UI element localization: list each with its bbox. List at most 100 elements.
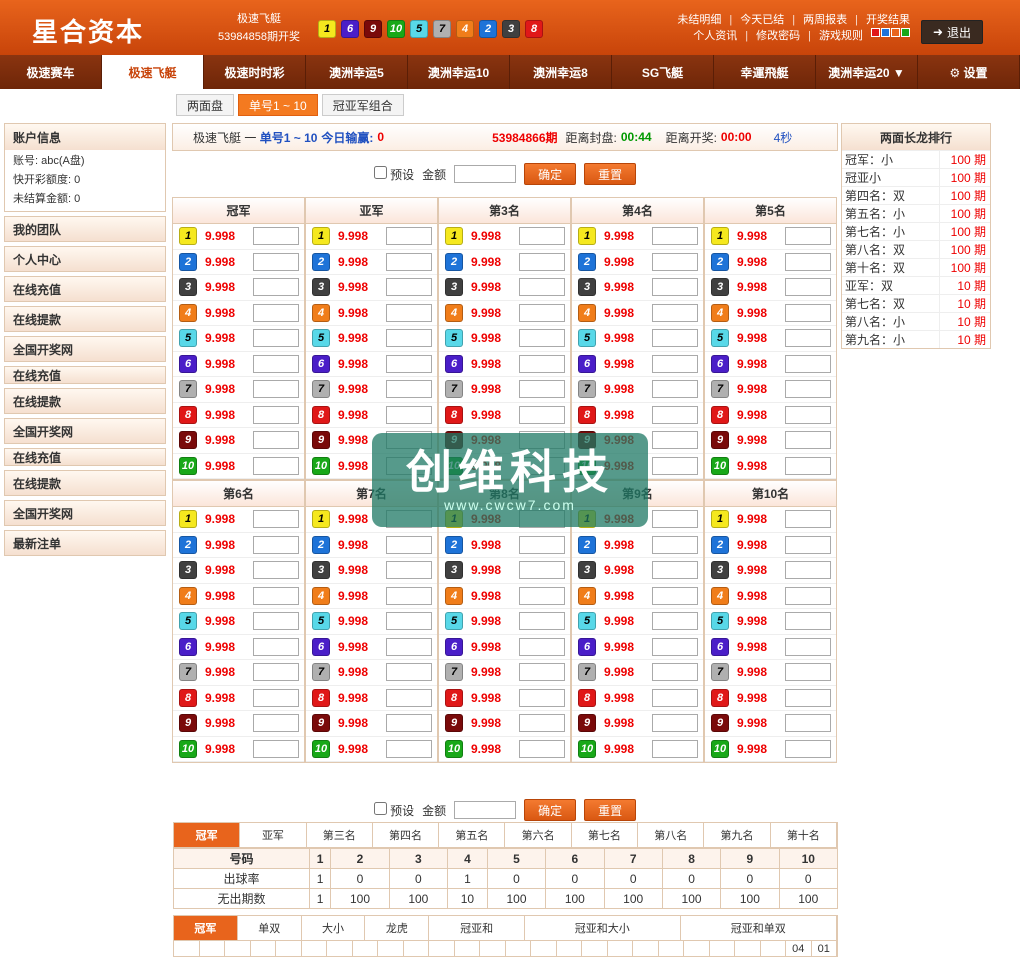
bet-input[interactable] (652, 688, 698, 707)
bet-input[interactable] (386, 380, 432, 399)
sidebar-item-11[interactable]: 最新注单 (4, 530, 166, 556)
sidebar-item-4[interactable]: 全国开奖网 (4, 336, 166, 362)
bet-input[interactable] (519, 739, 565, 758)
preset-checkbox-bottom[interactable] (373, 801, 387, 815)
stats-tab-8[interactable]: 第九名 (704, 823, 771, 847)
reset-button-bottom[interactable]: 重置 (584, 799, 637, 821)
bet-input[interactable] (519, 561, 565, 580)
bet-input[interactable] (652, 637, 698, 656)
bet-input[interactable] (785, 354, 831, 373)
stats-tab-4[interactable]: 第五名 (439, 823, 506, 847)
bet-input[interactable] (652, 510, 698, 529)
bet-input[interactable] (785, 714, 831, 733)
bet-input[interactable] (253, 714, 299, 733)
bet-input[interactable] (519, 227, 565, 246)
bet-input[interactable] (386, 637, 432, 656)
bet-input[interactable] (785, 561, 831, 580)
bet-input[interactable] (785, 586, 831, 605)
bet-input[interactable] (785, 739, 831, 758)
bet-input[interactable] (652, 354, 698, 373)
bet-input[interactable] (253, 227, 299, 246)
refresh-countdown[interactable]: 4秒 (774, 129, 793, 146)
sidebar-item-2[interactable]: 在线充值 (4, 276, 166, 302)
amount-input-bottom[interactable] (454, 801, 517, 819)
nav-tab-3[interactable]: 澳洲幸运5 (306, 55, 408, 89)
bet-input[interactable] (253, 456, 299, 475)
bet-input[interactable] (386, 354, 432, 373)
stats-tab-3[interactable]: 第四名 (373, 823, 440, 847)
bet-input[interactable] (519, 586, 565, 605)
trend-tab-3[interactable]: 龙虎 (365, 916, 430, 940)
trend-tab-4[interactable]: 冠亚和 (429, 916, 525, 940)
bet-input[interactable] (253, 329, 299, 348)
bet-input[interactable] (386, 227, 432, 246)
bet-input[interactable] (519, 714, 565, 733)
bet-input[interactable] (519, 637, 565, 656)
sidebar-item-8[interactable]: 在线充值 (4, 448, 166, 466)
subtab-0[interactable]: 两面盘 (176, 94, 235, 116)
nav-tab-6[interactable]: SG飞艇 (612, 55, 714, 89)
sidebar-item-10[interactable]: 全国开奖网 (4, 500, 166, 526)
nav-tab-7[interactable]: 幸運飛艇 (714, 55, 816, 89)
top-link-1[interactable]: 今天已结 (740, 12, 784, 28)
bet-input[interactable] (253, 688, 299, 707)
bet-input[interactable] (253, 586, 299, 605)
bet-input[interactable] (386, 278, 432, 297)
bet-input[interactable] (519, 354, 565, 373)
bet-input[interactable] (785, 278, 831, 297)
bet-input[interactable] (519, 612, 565, 631)
bet-input[interactable] (386, 303, 432, 322)
stats-tab-7[interactable]: 第八名 (638, 823, 705, 847)
trend-tab-1[interactable]: 单双 (238, 916, 302, 940)
nav-tab-1[interactable]: 极速飞艇 (102, 55, 204, 89)
sidebar-item-0[interactable]: 我的团队 (4, 216, 166, 242)
nav-tab-2[interactable]: 极速时时彩 (204, 55, 306, 89)
bet-input[interactable] (386, 663, 432, 682)
trend-tab-5[interactable]: 冠亚和大小 (525, 916, 681, 940)
bet-input[interactable] (652, 278, 698, 297)
subtab-1[interactable]: 单号1 ~ 10 (238, 94, 318, 116)
logout-button[interactable]: ➜ 退出 (921, 20, 983, 44)
bet-input[interactable] (652, 380, 698, 399)
sidebar-item-5[interactable]: 在线充值 (4, 366, 166, 384)
theme-swatch-0[interactable] (871, 28, 880, 37)
bet-input[interactable] (785, 510, 831, 529)
theme-swatch-1[interactable] (881, 28, 890, 37)
subtab-2[interactable]: 冠亚军组合 (321, 94, 404, 116)
nav-tab-8[interactable]: 澳洲幸运20 ▼ (816, 55, 918, 89)
bet-input[interactable] (386, 405, 432, 424)
bet-input[interactable] (652, 303, 698, 322)
bet-input[interactable] (785, 227, 831, 246)
stats-tab-2[interactable]: 第三名 (307, 823, 373, 847)
bet-input[interactable] (652, 535, 698, 554)
bet-input[interactable] (785, 535, 831, 554)
bet-input[interactable] (785, 405, 831, 424)
bet-input[interactable] (253, 637, 299, 656)
bet-input[interactable] (386, 612, 432, 631)
trend-tab-2[interactable]: 大小 (302, 916, 366, 940)
bet-input[interactable] (785, 329, 831, 348)
nav-tab-5[interactable]: 澳洲幸运8 (510, 55, 612, 89)
bet-input[interactable] (253, 561, 299, 580)
confirm-button[interactable]: 确定 (524, 163, 577, 185)
trend-tab-0[interactable]: 冠军 (174, 916, 238, 940)
bet-input[interactable] (652, 227, 698, 246)
color-theme-switcher[interactable] (871, 28, 910, 44)
bet-input[interactable] (652, 456, 698, 475)
sidebar-item-9[interactable]: 在线提款 (4, 470, 166, 496)
bet-input[interactable] (785, 303, 831, 322)
stats-tab-0[interactable]: 冠军 (174, 823, 241, 847)
bet-input[interactable] (652, 739, 698, 758)
top-link2-0[interactable]: 个人资讯 (693, 28, 737, 44)
theme-swatch-2[interactable] (891, 28, 900, 37)
bet-input[interactable] (519, 380, 565, 399)
stats-tab-6[interactable]: 第七名 (572, 823, 639, 847)
bet-input[interactable] (652, 405, 698, 424)
bet-input[interactable] (386, 688, 432, 707)
sidebar-item-1[interactable]: 个人中心 (4, 246, 166, 272)
bet-input[interactable] (386, 535, 432, 554)
bet-input[interactable] (519, 278, 565, 297)
sidebar-item-7[interactable]: 全国开奖网 (4, 418, 166, 444)
bet-input[interactable] (519, 688, 565, 707)
preset-checkbox[interactable] (373, 165, 387, 179)
